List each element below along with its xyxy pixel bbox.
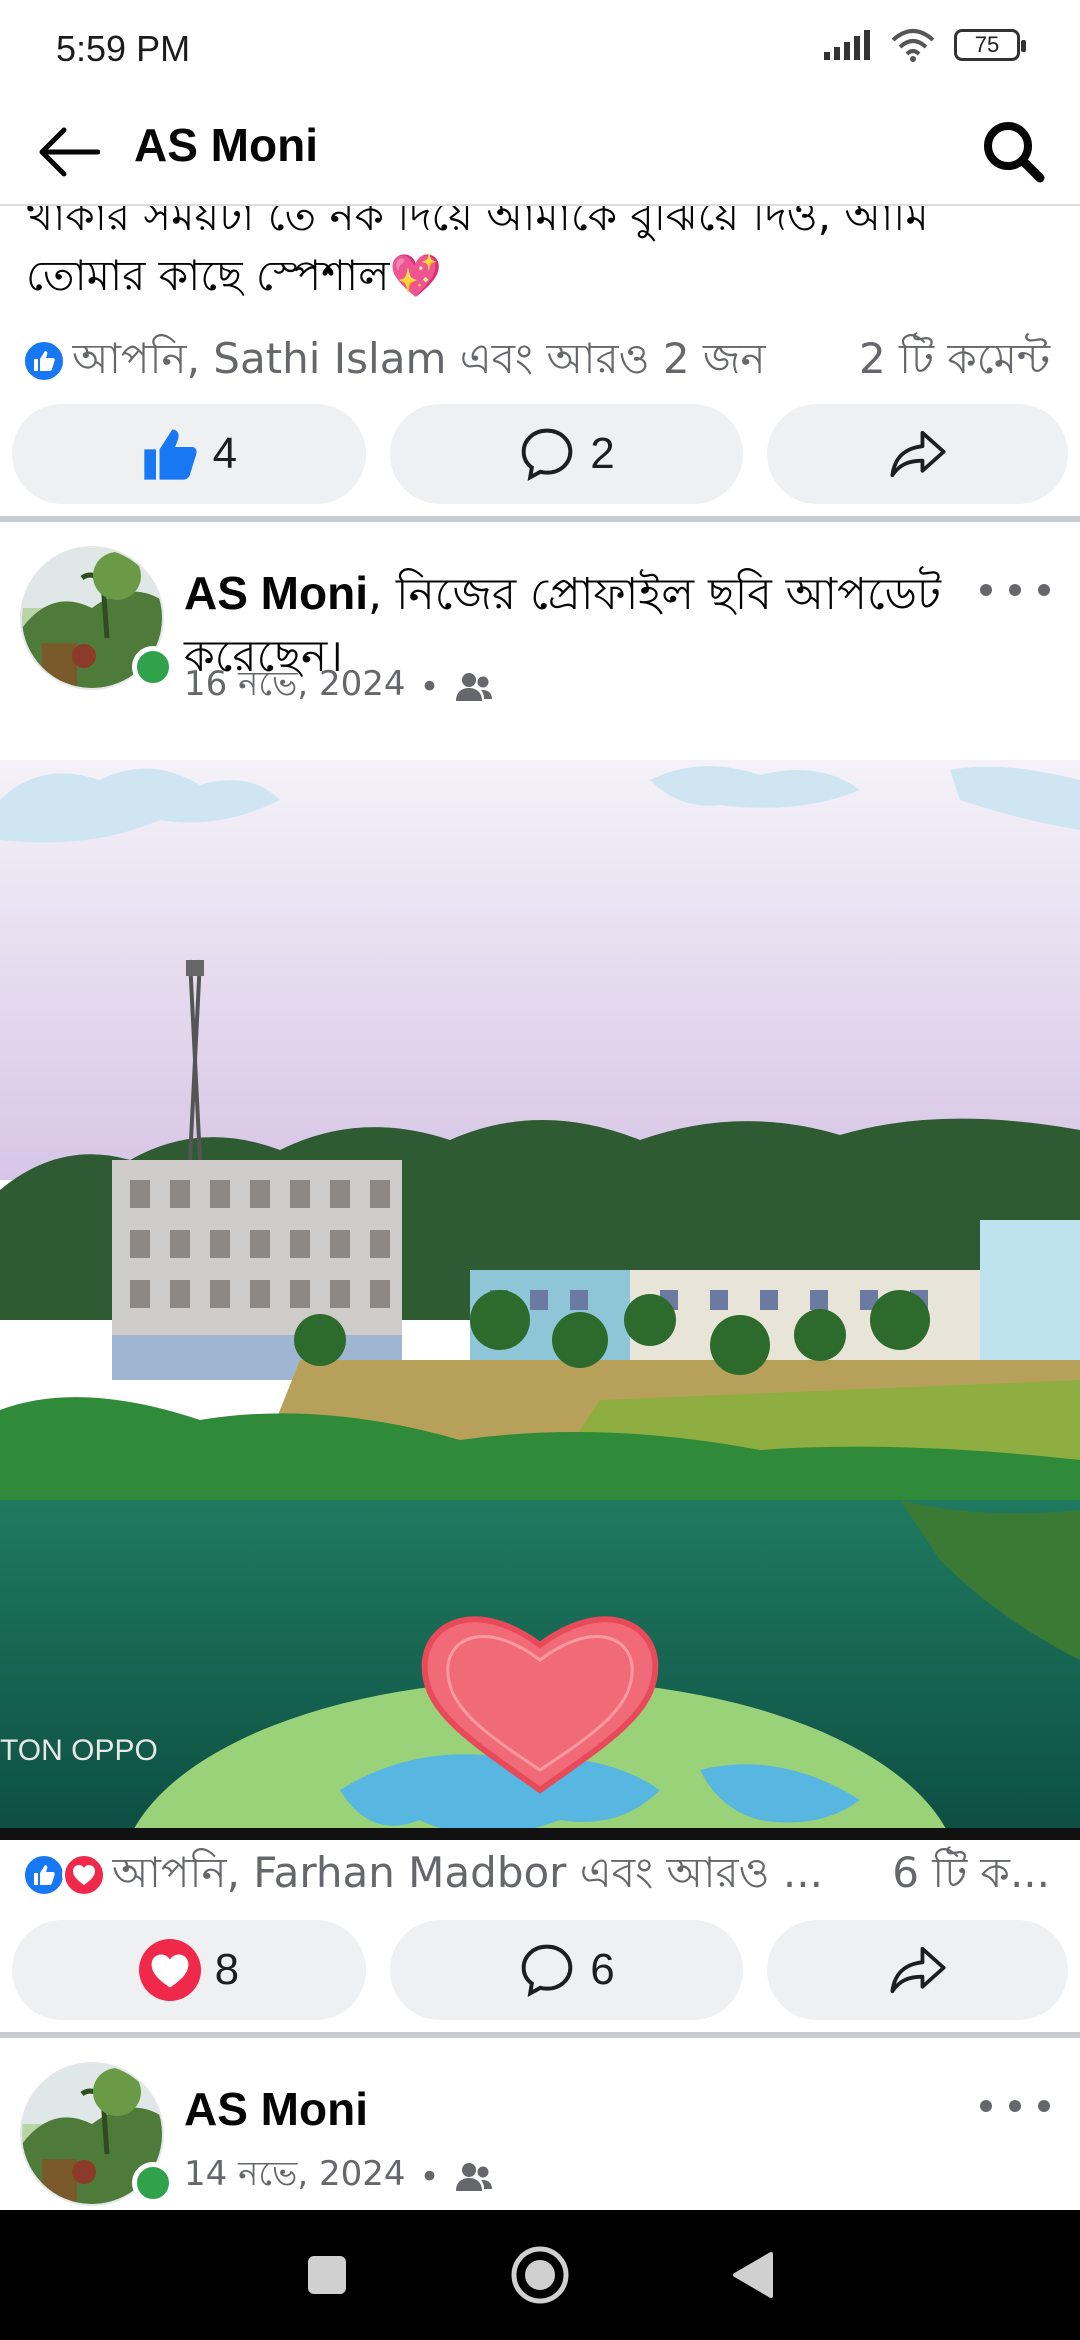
search-icon	[984, 122, 1045, 183]
back-triangle-icon	[733, 2252, 774, 2298]
signal-icon	[824, 30, 870, 60]
post-divider	[0, 2032, 1080, 2038]
home-button[interactable]	[500, 2235, 580, 2315]
recents-square-icon	[307, 2256, 346, 2294]
share-button[interactable]	[767, 404, 1068, 504]
back-nav-button[interactable]	[713, 2235, 793, 2315]
friends-icon	[455, 672, 492, 701]
avatar[interactable]	[20, 546, 174, 692]
post-header: AS Moni 14 নভে, 2024 •	[0, 2062, 1080, 2210]
post-text-line: তোমার কাছে স্পেশাল💖	[26, 251, 442, 300]
comment-button[interactable]: 2	[389, 404, 744, 504]
post-text: থাকার সময়টা তে নক দিয়ে আমাকে বুঝিয়ে দ…	[26, 206, 1056, 306]
avatar[interactable]	[20, 2062, 174, 2208]
system-nav-bar	[0, 2210, 1080, 2340]
more-options-button[interactable]	[980, 2086, 1050, 2126]
author-name[interactable]: AS Moni	[184, 2083, 368, 2135]
comment-count[interactable]: 2 টি কমেন্ট	[859, 326, 1050, 397]
home-circle-icon	[511, 2246, 569, 2304]
love-badge-icon	[62, 1853, 106, 1897]
feed[interactable]: থাকার সময়টা তে নক দিয়ে আমাকে বুঝিয়ে দ…	[0, 206, 1080, 2210]
like-badge-icon	[22, 1853, 66, 1897]
action-bar: 8 6	[0, 1920, 1080, 2020]
back-arrow-icon	[39, 127, 100, 177]
post-divider	[0, 516, 1080, 522]
like-button[interactable]: 4	[12, 404, 366, 504]
app-header: AS Moni	[0, 100, 1080, 206]
status-time: 5:59 PM	[56, 28, 191, 69]
like-count: 4	[212, 429, 238, 478]
meta-separator: •	[419, 666, 440, 707]
author-name[interactable]: AS Moni	[184, 567, 368, 619]
comment-button-count: 2	[590, 429, 615, 478]
like-badge-icon	[22, 339, 66, 383]
reaction-names: আপনি, Sathi Islam এবং আরও 2 জন	[72, 333, 766, 383]
comment-icon	[521, 1944, 573, 1998]
like-icon	[143, 429, 197, 480]
recents-button[interactable]	[287, 2235, 367, 2315]
post-photo[interactable]: TON OPPO	[0, 760, 1080, 1840]
more-icon	[980, 2100, 992, 2112]
love-icon	[138, 1939, 201, 2001]
share-icon	[890, 1946, 946, 1994]
love-button[interactable]: 8	[12, 1920, 366, 2020]
post-text-line: থাকার সময়টা তে নক দিয়ে আমাকে বুঝিয়ে দ…	[26, 206, 929, 240]
page-title: AS Moni	[134, 119, 318, 171]
post-meta: 14 নভে, 2024 •	[184, 2148, 494, 2205]
online-status-dot	[132, 646, 174, 688]
post-date[interactable]: 14 নভে, 2024	[184, 2148, 406, 2205]
action-bar: 4 2	[0, 404, 1080, 504]
reaction-names: আপনি, Farhan Madbor এবং আরও ...	[112, 1847, 823, 1897]
reaction-summary[interactable]: আপনি, Sathi Islam এবং আরও 2 জন 2 টি কমেন…	[0, 326, 1080, 396]
comment-button[interactable]: 6	[389, 1920, 744, 2020]
comment-icon	[521, 428, 573, 482]
friends-icon	[455, 2162, 492, 2191]
status-bar: 5:59 PM 75	[0, 0, 1080, 100]
post-meta: 16 নভে, 2024 •	[184, 658, 494, 715]
post-author-line: AS Moni	[184, 2078, 964, 2142]
more-icon	[980, 584, 992, 596]
more-options-button[interactable]	[980, 570, 1050, 610]
share-button[interactable]	[767, 1920, 1068, 2020]
online-status-dot	[132, 2162, 174, 2204]
meta-separator: •	[419, 2156, 440, 2197]
back-button[interactable]	[30, 114, 106, 190]
battery-level: 75	[974, 32, 1000, 57]
reaction-summary[interactable]: আপনি, Farhan Madbor এবং আরও ... 6 টি ক..…	[0, 1840, 1080, 1910]
comment-button-count: 6	[590, 1945, 615, 1994]
post-header: AS Moni, নিজের প্রোফাইল ছবি আপডেট করেছেন…	[0, 546, 1080, 707]
photo-watermark: TON OPPO	[0, 1734, 158, 1767]
love-count: 8	[214, 1945, 240, 1994]
post-date[interactable]: 16 নভে, 2024	[184, 658, 406, 715]
share-icon	[890, 430, 946, 478]
profile-photo-image: TON OPPO	[0, 760, 1080, 1840]
comment-count[interactable]: 6 টি ক...	[892, 1840, 1050, 1911]
search-button[interactable]	[974, 112, 1054, 192]
wifi-icon	[891, 29, 935, 62]
battery-icon: 75	[954, 29, 1026, 61]
status-icons: 75	[824, 28, 1026, 62]
